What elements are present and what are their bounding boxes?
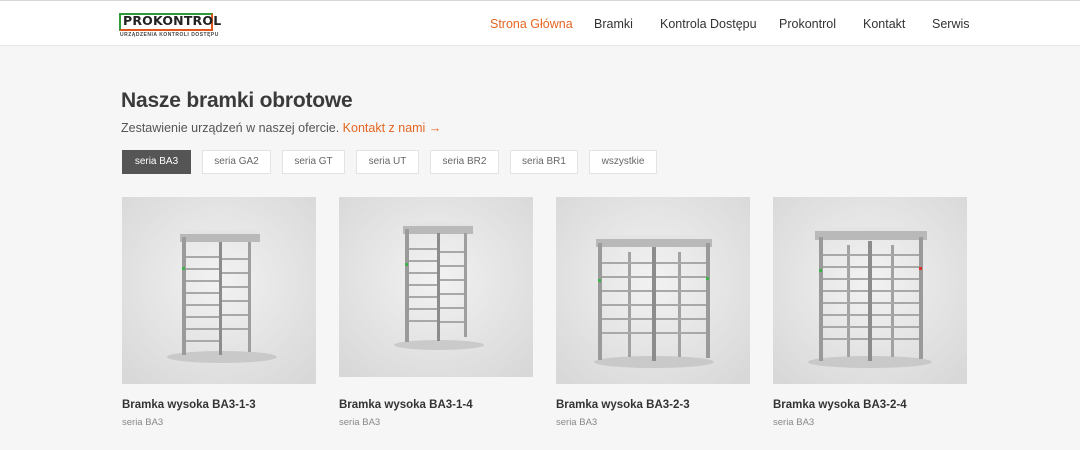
nav-item-serwis[interactable]: Serwis (932, 16, 970, 32)
nav-item-bramki[interactable]: Bramki (594, 16, 633, 32)
filter-ut[interactable]: seria UT (356, 150, 419, 174)
nav-item-kontakt[interactable]: Kontakt (863, 16, 905, 32)
filter-ba3[interactable]: seria BA3 (122, 150, 191, 174)
nav-item-access-control[interactable]: Kontrola Dostępu (660, 16, 757, 32)
product-card[interactable]: Bramka wysoka BA3-2-3 seria BA3 (556, 197, 750, 428)
turnstile-double-icon[interactable] (556, 197, 750, 384)
subtitle-text: Zestawienie urządzeń w naszej ofercie. (121, 121, 340, 135)
contact-link[interactable]: Kontakt z nami → (343, 121, 442, 135)
page-title: Nasze bramki obrotowe (121, 89, 353, 112)
filter-all[interactable]: wszystkie (589, 150, 657, 174)
site-header: PROKONTROL URZĄDZENIA KONTROLI DOSTĘPU S… (0, 0, 1080, 46)
product-title[interactable]: Bramka wysoka BA3-2-3 (556, 398, 690, 412)
product-title[interactable]: Bramka wysoka BA3-1-4 (339, 398, 473, 412)
nav-item-prokontrol[interactable]: Prokontrol (779, 16, 836, 32)
product-card[interactable]: Bramka wysoka BA3-1-4 seria BA3 (339, 197, 533, 428)
product-series: seria BA3 (122, 417, 164, 428)
nav-item-home[interactable]: Strona Główna (490, 16, 573, 32)
filter-br1[interactable]: seria BR1 (510, 150, 578, 174)
product-series: seria BA3 (339, 417, 381, 428)
filter-gt[interactable]: seria GT (282, 150, 345, 174)
turnstile-single-icon[interactable] (339, 197, 533, 377)
filter-ga2[interactable]: seria GA2 (202, 150, 271, 174)
page-subtitle: Zestawienie urządzeń w naszej ofercie. K… (121, 120, 441, 136)
turnstile-double-icon[interactable] (773, 197, 967, 384)
filter-br2[interactable]: seria BR2 (430, 150, 499, 174)
product-title[interactable]: Bramka wysoka BA3-2-4 (773, 398, 907, 412)
product-series: seria BA3 (556, 417, 598, 428)
main-nav: Strona Główna Bramki Kontrola Dostępu Pr… (0, 1, 1080, 47)
turnstile-single-icon[interactable] (122, 197, 316, 384)
product-title[interactable]: Bramka wysoka BA3-1-3 (122, 398, 256, 412)
product-series: seria BA3 (773, 417, 815, 428)
product-card[interactable]: Bramka wysoka BA3-2-4 seria BA3 (773, 197, 967, 428)
product-card[interactable]: Bramka wysoka BA3-1-3 seria BA3 (122, 197, 316, 428)
